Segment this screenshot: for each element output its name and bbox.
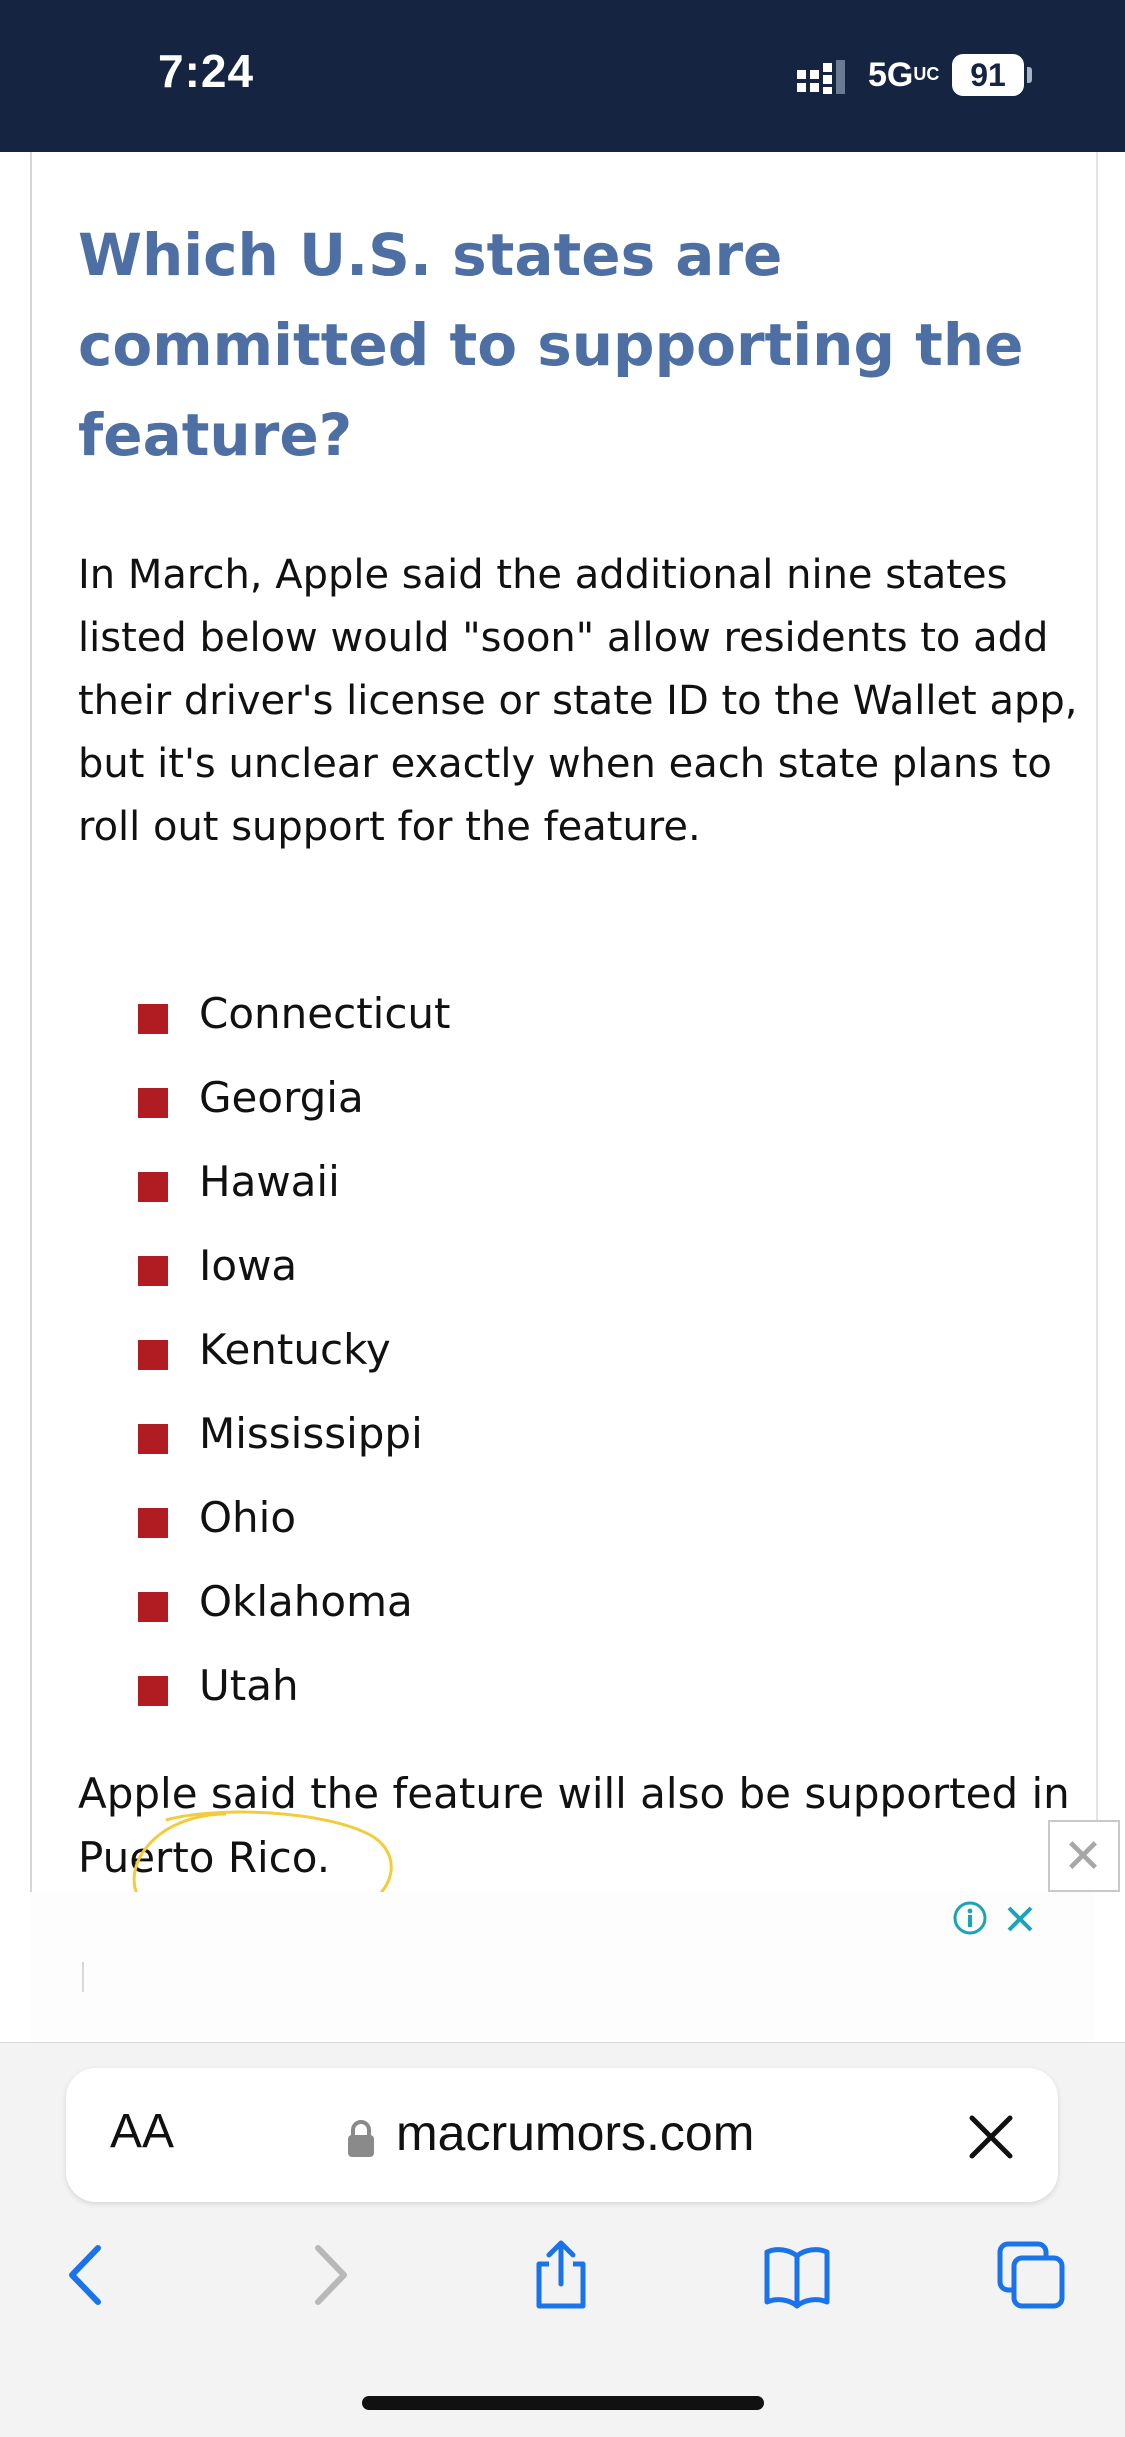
bullet-icon — [138, 1256, 168, 1286]
network-label: 5GUC — [868, 56, 940, 94]
state-name: Utah — [199, 1661, 299, 1710]
state-name: Oklahoma — [199, 1577, 413, 1626]
battery-indicator: 91 — [952, 54, 1024, 96]
list-item: Connecticut — [138, 972, 451, 1056]
status-bar: 7:24 5GUC 91 — [0, 0, 1125, 152]
signal-icon — [797, 60, 845, 94]
bullet-icon — [138, 1340, 168, 1370]
list-item: Ohio — [138, 1476, 451, 1560]
list-item: Kentucky — [138, 1308, 451, 1392]
ad-close-button[interactable] — [1048, 1820, 1120, 1892]
state-name: Ohio — [199, 1493, 297, 1542]
article-heading: Which U.S. states are committed to suppo… — [78, 221, 1024, 469]
state-name: Hawaii — [199, 1157, 340, 1206]
state-name: Georgia — [199, 1073, 364, 1122]
close-icon[interactable] — [964, 2110, 1018, 2164]
reader-aa-button[interactable]: AA — [110, 2104, 174, 2159]
bullet-icon — [138, 1172, 168, 1202]
bullet-icon — [138, 1424, 168, 1454]
forward-icon[interactable] — [294, 2240, 364, 2310]
back-icon[interactable] — [52, 2240, 122, 2310]
home-indicator[interactable] — [362, 2396, 764, 2410]
close-icon — [1069, 1841, 1098, 1870]
list-item: Hawaii — [138, 1140, 451, 1224]
ad-area — [30, 1892, 1094, 2042]
share-icon[interactable] — [526, 2240, 596, 2310]
list-item: Georgia — [138, 1056, 451, 1140]
bullet-icon — [138, 1676, 168, 1706]
state-name: Iowa — [199, 1241, 298, 1290]
article-paragraph: In March, Apple said the additional nine… — [78, 552, 1078, 850]
list-item: Mississippi — [138, 1392, 451, 1476]
url-domain[interactable]: macrumors.com — [396, 2104, 754, 2162]
lock-icon — [348, 2120, 374, 2157]
info-icon[interactable] — [952, 1900, 988, 1936]
bullet-icon — [138, 1088, 168, 1118]
state-name: Mississippi — [199, 1409, 423, 1458]
bookmarks-icon[interactable] — [762, 2240, 832, 2310]
list-item: Oklahoma — [138, 1560, 451, 1644]
battery-tip — [1027, 67, 1032, 83]
ad-divider — [82, 1962, 84, 1992]
bullet-icon — [138, 1508, 168, 1538]
state-name: Connecticut — [199, 989, 451, 1038]
list-item: Utah — [138, 1644, 451, 1728]
bullet-icon — [138, 1592, 168, 1622]
states-list: Connecticut Georgia Hawaii Iowa Kentucky… — [138, 972, 451, 1728]
list-item: Iowa — [138, 1224, 451, 1308]
close-icon[interactable] — [1003, 1902, 1037, 1936]
state-name: Kentucky — [199, 1325, 391, 1374]
status-time: 7:24 — [158, 45, 255, 97]
bullet-icon — [138, 1004, 168, 1034]
tabs-icon[interactable] — [996, 2240, 1066, 2310]
